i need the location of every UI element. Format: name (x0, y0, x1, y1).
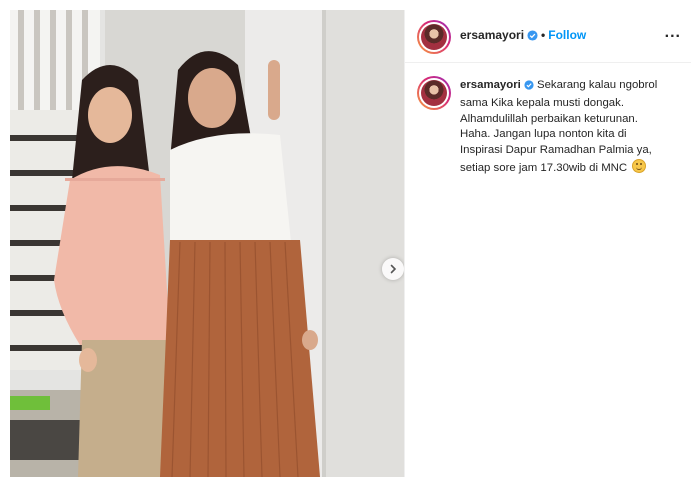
post-side-panel: ersamayori • Follow ... ersamayori Sekaran… (404, 10, 691, 477)
post-header: ersamayori • Follow ... (405, 10, 691, 63)
separator-dot: • (541, 28, 546, 42)
caption-author-avatar[interactable] (417, 76, 451, 110)
verified-badge-icon (527, 30, 538, 44)
instagram-post-window: ersamayori • Follow ... ersamayori Sekaran… (0, 0, 700, 487)
avatar-image (421, 24, 447, 50)
chevron-right-icon (390, 264, 397, 274)
caption-text: Sekarang kalau ngobrol sama Kika kepala … (460, 79, 658, 174)
avatar-image (421, 80, 447, 106)
verified-badge-icon (524, 80, 534, 96)
post-photo-image (10, 10, 404, 477)
next-photo-button[interactable] (382, 258, 404, 280)
follow-button[interactable]: Follow (548, 28, 586, 42)
author-avatar[interactable] (417, 20, 451, 54)
author-username[interactable]: ersamayori (460, 28, 524, 42)
more-options-button[interactable]: ... (665, 24, 681, 42)
caption-username[interactable]: ersamayori (460, 79, 521, 91)
post-photo[interactable] (10, 10, 404, 477)
post-caption: ersamayori Sekarang kalau ngobrol sama K… (460, 78, 670, 177)
smiling-face-emoji-icon (632, 158, 647, 173)
